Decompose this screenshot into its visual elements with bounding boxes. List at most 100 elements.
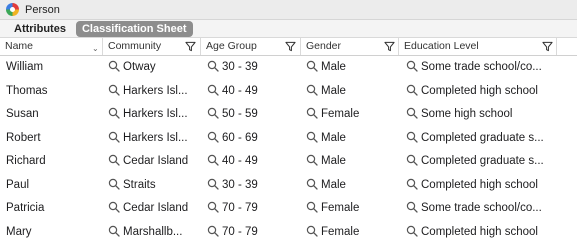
magnifier-icon[interactable] (207, 154, 219, 166)
table-body: William Otway 30 - 39 Male Some trade sc… (0, 56, 577, 244)
magnifier-icon[interactable] (406, 154, 418, 166)
tab-classification-sheet[interactable]: Classification Sheet (75, 20, 193, 37)
cell-age-group[interactable]: 60 - 69 (207, 127, 302, 151)
cell-education-level[interactable]: Completed high school (406, 80, 546, 104)
cell-age-group[interactable]: 40 - 49 (207, 80, 302, 104)
cell-gender[interactable]: Male (306, 56, 398, 80)
magnifier-icon[interactable] (306, 107, 318, 119)
cell-gender[interactable]: Male (306, 80, 398, 104)
cell-education-level[interactable]: Some trade school/co... (406, 197, 546, 221)
cell-gender[interactable]: Male (306, 127, 398, 151)
magnifier-icon[interactable] (108, 154, 120, 166)
cell-age-group-text: 60 - 69 (222, 131, 258, 144)
magnifier-icon[interactable] (108, 107, 120, 119)
magnifier-icon[interactable] (207, 225, 219, 237)
cell-community[interactable]: Straits (108, 174, 200, 198)
magnifier-icon[interactable] (306, 131, 318, 143)
magnifier-icon[interactable] (108, 60, 120, 72)
table-row[interactable]: William Otway 30 - 39 Male Some trade sc… (0, 56, 577, 80)
magnifier-icon[interactable] (108, 178, 120, 190)
magnifier-icon[interactable] (406, 131, 418, 143)
cell-gender[interactable]: Female (306, 103, 398, 127)
cell-name[interactable]: Robert (6, 127, 102, 151)
table-row[interactable]: Susan Harkers Isl... 50 - 59 Female Some… (0, 103, 577, 127)
cell-community[interactable]: Cedar Island (108, 150, 200, 174)
table-row[interactable]: Robert Harkers Isl... 60 - 69 Male Compl… (0, 127, 577, 151)
filter-icon[interactable] (285, 41, 296, 52)
cell-education-level[interactable]: Completed high school (406, 174, 546, 198)
magnifier-icon[interactable] (108, 225, 120, 237)
tab-attributes[interactable]: Attributes (8, 21, 72, 37)
magnifier-icon[interactable] (207, 107, 219, 119)
cell-community-text: Marshallb... (123, 225, 183, 238)
table-row[interactable]: Thomas Harkers Isl... 40 - 49 Male Compl… (0, 80, 577, 104)
cell-name[interactable]: Paul (6, 174, 102, 198)
column-header-age-group[interactable]: Age Group (201, 38, 301, 55)
cell-age-group[interactable]: 30 - 39 (207, 174, 302, 198)
magnifier-icon[interactable] (406, 178, 418, 190)
cell-education-level[interactable]: Completed high school (406, 221, 546, 244)
magnifier-icon[interactable] (406, 60, 418, 72)
magnifier-icon[interactable] (108, 201, 120, 213)
cell-gender[interactable]: Male (306, 150, 398, 174)
magnifier-icon[interactable] (207, 60, 219, 72)
cell-education-level[interactable]: Completed graduate s... (406, 127, 546, 151)
column-header-name[interactable]: Name ⌄ (0, 38, 103, 55)
table-row[interactable]: Richard Cedar Island 40 - 49 Male Comple… (0, 150, 577, 174)
cell-education-level[interactable]: Some trade school/co... (406, 56, 546, 80)
cell-education-level[interactable]: Some high school (406, 103, 546, 127)
cell-community[interactable]: Otway (108, 56, 200, 80)
magnifier-icon[interactable] (108, 131, 120, 143)
column-header-gender[interactable]: Gender (301, 38, 399, 55)
magnifier-icon[interactable] (108, 84, 120, 96)
table-row[interactable]: Patricia Cedar Island 70 - 79 Female Som… (0, 197, 577, 221)
table-row[interactable]: Mary Marshallb... 70 - 79 Female Complet… (0, 221, 577, 244)
cell-education-level-text: Completed graduate s... (421, 131, 544, 144)
magnifier-icon[interactable] (406, 225, 418, 237)
column-header-education-level[interactable]: Education Level (399, 38, 557, 55)
magnifier-icon[interactable] (207, 201, 219, 213)
table-row[interactable]: Paul Straits 30 - 39 Male Completed high… (0, 174, 577, 198)
cell-community-text: Cedar Island (123, 155, 189, 167)
magnifier-icon[interactable] (306, 178, 318, 190)
magnifier-icon[interactable] (207, 178, 219, 190)
chevron-down-icon[interactable]: ⌄ (92, 40, 99, 57)
filter-icon[interactable] (542, 41, 553, 52)
cell-gender-text: Male (321, 84, 346, 97)
cell-name[interactable]: Patricia (6, 197, 102, 221)
magnifier-icon[interactable] (406, 107, 418, 119)
cell-education-level[interactable]: Completed graduate s... (406, 150, 546, 174)
magnifier-icon[interactable] (306, 201, 318, 213)
cell-age-group[interactable]: 30 - 39 (207, 56, 302, 80)
magnifier-icon[interactable] (207, 84, 219, 96)
filter-icon[interactable] (185, 41, 196, 52)
column-header-community[interactable]: Community (103, 38, 201, 55)
cell-name[interactable]: William (6, 56, 102, 80)
magnifier-icon[interactable] (406, 201, 418, 213)
cell-gender[interactable]: Female (306, 221, 398, 244)
cell-age-group[interactable]: 70 - 79 (207, 197, 302, 221)
cell-gender[interactable]: Female (306, 197, 398, 221)
cell-name[interactable]: Mary (6, 221, 102, 244)
cell-age-group[interactable]: 50 - 59 (207, 103, 302, 127)
cell-name[interactable]: Richard (6, 150, 102, 174)
magnifier-icon[interactable] (306, 225, 318, 237)
magnifier-icon[interactable] (406, 84, 418, 96)
filter-icon[interactable] (384, 41, 395, 52)
cell-gender-text: Male (321, 178, 346, 191)
cell-community[interactable]: Marshallb... (108, 221, 200, 244)
cell-age-group[interactable]: 40 - 49 (207, 150, 302, 174)
magnifier-icon[interactable] (207, 131, 219, 143)
cell-community[interactable]: Cedar Island (108, 197, 200, 221)
cell-community[interactable]: Harkers Isl... (108, 127, 200, 151)
magnifier-icon[interactable] (306, 84, 318, 96)
cell-gender-text: Male (321, 155, 346, 167)
cell-name[interactable]: Thomas (6, 80, 102, 104)
cell-gender[interactable]: Male (306, 174, 398, 198)
cell-community[interactable]: Harkers Isl... (108, 103, 200, 127)
magnifier-icon[interactable] (306, 154, 318, 166)
cell-name[interactable]: Susan (6, 103, 102, 127)
cell-community[interactable]: Harkers Isl... (108, 80, 200, 104)
magnifier-icon[interactable] (306, 60, 318, 72)
cell-age-group[interactable]: 70 - 79 (207, 221, 302, 244)
